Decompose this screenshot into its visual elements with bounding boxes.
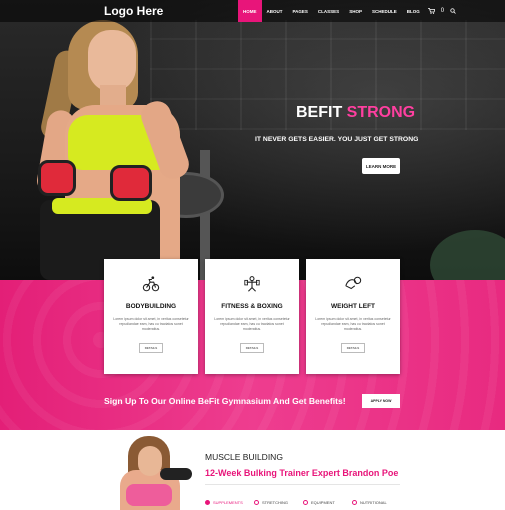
main-nav: HOME ABOUT PAGES CLASSES SHOP SCHEDULE B…: [238, 0, 459, 22]
card-title: FITNESS & BOXING: [221, 303, 283, 310]
section-tabs: SUPPLEMENTS STRETCHING EQUIPMENT NUTRITI…: [205, 500, 401, 505]
tab-label: EQUIPMENT: [311, 500, 335, 505]
feature-card-weight: WEIGHT LEFT Lorem ipsum dolor sit amet, …: [306, 259, 400, 374]
section-divider: [205, 484, 400, 485]
hero-title-accent: STRONG: [346, 104, 416, 121]
apply-now-button[interactable]: APPLY NOW: [362, 394, 400, 408]
details-button[interactable]: DETAILS: [139, 343, 163, 353]
details-button[interactable]: DETAILS: [240, 343, 264, 353]
card-title: WEIGHT LEFT: [330, 303, 376, 310]
tab-label: NUTRITIONAL: [360, 500, 387, 505]
nav-about[interactable]: ABOUT: [262, 0, 288, 22]
hero-title: BEFIT STRONG: [296, 104, 416, 121]
weight-icon: [345, 276, 362, 290]
section-title: 12-Week Bulking Trainer Expert Brandon P…: [205, 468, 399, 478]
site-logo[interactable]: Logo Here: [104, 4, 163, 18]
search-icon[interactable]: [447, 0, 459, 22]
tab-label: SUPPLEMENTS: [213, 500, 243, 505]
hero-model-glove: [110, 165, 152, 201]
card-title: BODYBUILDING: [125, 303, 177, 310]
feature-card-fitness-boxing: FITNESS & BOXING Lorem ipsum dolor sit a…: [205, 259, 299, 374]
nav-home[interactable]: HOME: [238, 0, 262, 22]
hero-model-face: [88, 30, 136, 92]
hero-model-glove: [38, 160, 76, 196]
feature-card-bodybuilding: BODYBUILDING Lorem ipsum dolor sit amet,…: [104, 259, 198, 374]
nav-schedule[interactable]: SCHEDULE: [367, 0, 402, 22]
hero-section: BEFIT STRONG IT NEVER GETS EASIER. YOU J…: [0, 0, 505, 280]
card-text: Lorem ipsum dolor sit amet, in veritus c…: [315, 317, 391, 331]
tab-bullet-icon: [254, 500, 259, 505]
tab-nutritional[interactable]: NUTRITIONAL: [352, 500, 401, 505]
tab-supplements[interactable]: SUPPLEMENTS: [205, 500, 254, 505]
tab-equipment[interactable]: EQUIPMENT: [303, 500, 352, 505]
learn-more-button[interactable]: LEARN MORE: [362, 158, 400, 174]
trainer-photo-top: [126, 484, 172, 506]
tab-stretching[interactable]: STRETCHING: [254, 500, 303, 505]
tab-bullet-icon: [303, 500, 308, 505]
cart-icon[interactable]: [425, 0, 438, 22]
nav-blog[interactable]: BLOG: [402, 0, 425, 22]
tab-bullet-icon: [352, 500, 357, 505]
nav-classes[interactable]: CLASSES: [313, 0, 344, 22]
card-text: Lorem ipsum dolor sit amet, in veritus c…: [214, 317, 290, 331]
card-text: Lorem ipsum dolor sit amet, in veritus c…: [113, 317, 189, 331]
details-button[interactable]: DETAILS: [341, 343, 365, 353]
section-kicker: MUSCLE BUILDING: [205, 452, 283, 462]
signup-banner-text: Sign Up To Our Online BeFit Gymnasium An…: [104, 396, 346, 406]
boxing-icon: [244, 276, 260, 292]
bicycle-icon: [142, 276, 160, 292]
nav-shop[interactable]: SHOP: [344, 0, 367, 22]
tab-bullet-icon: [205, 500, 210, 505]
cart-count: 0: [440, 8, 445, 14]
trainer-photo-face: [138, 446, 162, 476]
nav-pages[interactable]: PAGES: [288, 0, 313, 22]
tab-label: STRETCHING: [262, 500, 288, 505]
hero-subtitle: IT NEVER GETS EASIER. YOU JUST GET STRON…: [255, 136, 419, 143]
dumbbell-icon: [160, 468, 192, 480]
weight-plate: [430, 230, 505, 280]
